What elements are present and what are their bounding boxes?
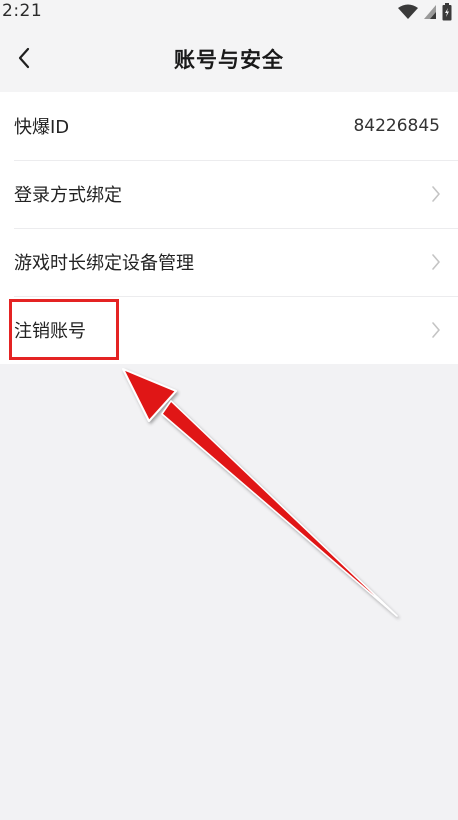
row-label: 游戏时长绑定设备管理 xyxy=(14,253,194,274)
status-bar: 2:21 xyxy=(0,0,458,24)
chevron-right-icon xyxy=(432,322,440,338)
page-title: 账号与安全 xyxy=(174,48,284,72)
chevron-right-icon xyxy=(432,254,440,270)
header: 账号与安全 xyxy=(0,24,458,92)
row-label: 快爆ID xyxy=(14,117,70,138)
battery-icon xyxy=(442,3,452,21)
status-time: 2:21 xyxy=(2,1,43,21)
row-delete-account[interactable]: 注销账号 xyxy=(0,296,458,364)
kuaibao-id-value: 84226845 xyxy=(353,116,440,136)
chevron-right-icon xyxy=(432,186,440,202)
status-icons xyxy=(398,2,452,22)
cellular-signal-icon xyxy=(424,5,436,19)
wifi-icon xyxy=(398,4,418,19)
row-label: 注销账号 xyxy=(14,321,86,342)
row-login-binding[interactable]: 登录方式绑定 xyxy=(0,160,458,228)
row-kuaibao-id: 快爆ID 84226845 xyxy=(0,92,458,160)
row-label: 登录方式绑定 xyxy=(14,185,122,206)
settings-list: 快爆ID 84226845 登录方式绑定 游戏时长绑定设备管理 注销账号 xyxy=(0,92,458,364)
row-playtime-device-management[interactable]: 游戏时长绑定设备管理 xyxy=(0,228,458,296)
